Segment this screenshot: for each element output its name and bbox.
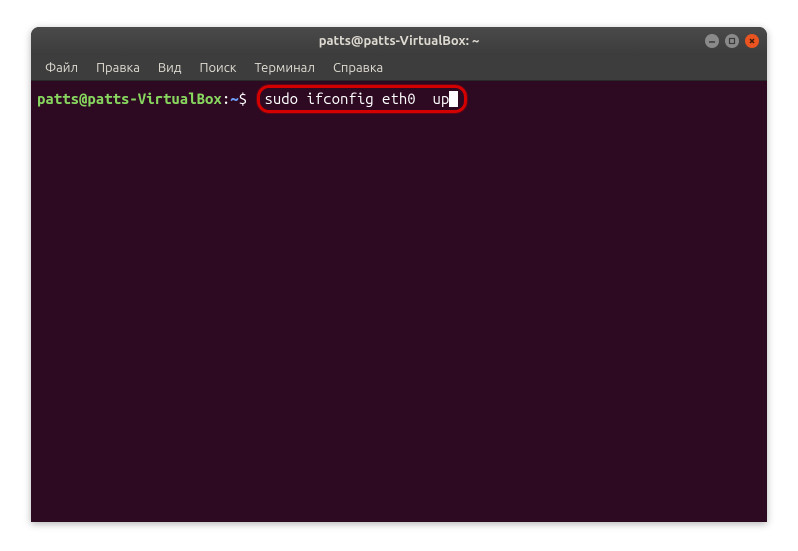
command-text: sudo ifconfig eth0 up bbox=[264, 89, 449, 109]
menu-help[interactable]: Справка bbox=[325, 58, 391, 78]
close-button[interactable] bbox=[745, 34, 759, 48]
menu-view[interactable]: Вид bbox=[150, 58, 190, 78]
titlebar[interactable]: patts@patts-VirtualBox: ~ bbox=[31, 27, 767, 55]
menubar: Файл Правка Вид Поиск Терминал Справка bbox=[31, 55, 767, 81]
prompt-user-host: patts@patts-VirtualBox bbox=[37, 89, 222, 109]
menu-terminal[interactable]: Терминал bbox=[246, 58, 322, 78]
menu-edit[interactable]: Правка bbox=[88, 58, 148, 78]
prompt-separator: : bbox=[222, 89, 230, 109]
command-highlight: sudo ifconfig eth0 up bbox=[257, 85, 467, 113]
window-controls bbox=[705, 34, 759, 48]
terminal-window: patts@patts-VirtualBox: ~ Файл Правка Ви… bbox=[31, 27, 767, 522]
terminal-body[interactable]: patts@patts-VirtualBox:~$ sudo ifconfig … bbox=[31, 81, 767, 522]
cursor-icon bbox=[449, 91, 458, 107]
menu-search[interactable]: Поиск bbox=[191, 58, 244, 78]
prompt-line: patts@patts-VirtualBox:~$ sudo ifconfig … bbox=[37, 85, 761, 113]
menu-file[interactable]: Файл bbox=[37, 58, 86, 78]
window-title: patts@patts-VirtualBox: ~ bbox=[319, 34, 480, 48]
minimize-button[interactable] bbox=[705, 34, 719, 48]
prompt-dollar: $ bbox=[239, 89, 256, 109]
prompt-path: ~ bbox=[230, 89, 238, 109]
maximize-button[interactable] bbox=[725, 34, 739, 48]
